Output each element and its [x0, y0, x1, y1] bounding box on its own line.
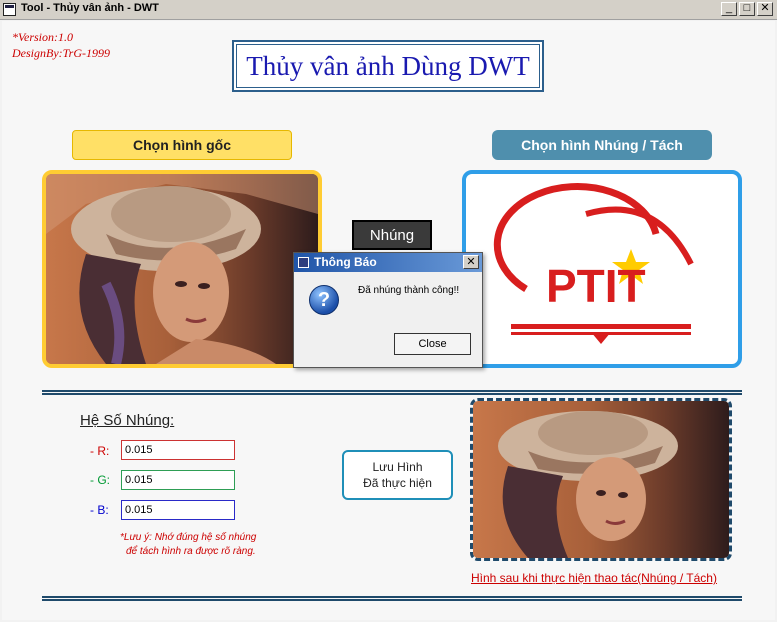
- maximize-button[interactable]: □: [739, 2, 755, 16]
- question-icon: ?: [309, 285, 339, 315]
- divider-top: [42, 390, 742, 395]
- g-label: - G:: [90, 473, 110, 487]
- ptit-logo: PTIT: [493, 183, 694, 344]
- dialog-titlebar: Thông Báo ✕: [294, 253, 482, 272]
- coefficient-title: Hệ Số Nhúng:: [80, 412, 175, 429]
- g-coefficient-input[interactable]: 0.015: [121, 470, 235, 490]
- dialog-title: Thông Báo: [314, 255, 377, 269]
- embed-button[interactable]: Nhúng: [352, 220, 432, 250]
- note-line-1: *Lưu ý: Nhớ đúng hệ số nhúng: [120, 532, 257, 543]
- window-title: Tool - Thủy vân ảnh - DWT: [21, 2, 159, 14]
- result-image-frame: [470, 398, 732, 561]
- dialog-close-button[interactable]: Close: [394, 333, 471, 355]
- dialog-message: Đã nhúng thành công!!: [358, 285, 460, 296]
- note-line-2: để tách hình ra được rõ ràng.: [126, 546, 256, 557]
- dialog-app-icon: [298, 257, 309, 268]
- original-image-frame: [42, 170, 322, 368]
- b-label: - B:: [90, 503, 109, 517]
- app-icon: [3, 3, 16, 16]
- save-result-button[interactable]: Lưu Hình Đã thực hiện: [342, 450, 453, 500]
- save-line-2: Đã thực hiện: [363, 476, 432, 490]
- r-label: - R:: [90, 444, 110, 458]
- close-window-button[interactable]: ✕: [757, 2, 773, 16]
- original-image: [46, 174, 318, 364]
- version-text: *Version:1.0: [12, 30, 73, 44]
- save-line-1: Lưu Hình: [372, 460, 423, 474]
- b-coefficient-input[interactable]: 0.015: [121, 500, 235, 520]
- coefficient-note: *Lưu ý: Nhớ đúng hệ số nhúng để tách hìn…: [120, 531, 256, 559]
- result-caption: Hình sau khi thực hiện thao tác(Nhúng / …: [471, 571, 717, 585]
- version-info: *Version:1.0 DesignBy:TrG-1999: [12, 29, 110, 61]
- window-titlebar: Tool - Thủy vân ảnh - DWT _ □ ✕: [0, 0, 777, 20]
- result-image: [473, 401, 729, 558]
- design-by-text: DesignBy:TrG-1999: [12, 46, 110, 60]
- dialog-close-icon[interactable]: ✕: [463, 255, 479, 269]
- r-coefficient-input[interactable]: 0.015: [121, 440, 235, 460]
- choose-embed-button[interactable]: Chọn hình Nhúng / Tách: [492, 130, 712, 160]
- app-title: Thủy vân ảnh Dùng DWT: [246, 50, 530, 81]
- choose-original-button[interactable]: Chọn hình gốc: [72, 130, 292, 160]
- notification-dialog: Thông Báo ✕ ? Đã nhúng thành công!! Clos…: [293, 252, 483, 368]
- minimize-button[interactable]: _: [721, 2, 737, 16]
- app-title-box: Thủy vân ảnh Dùng DWT: [232, 40, 544, 92]
- divider-bottom: [42, 596, 742, 601]
- logo-text: PTIT: [546, 260, 646, 312]
- embed-image-frame: PTIT: [462, 170, 742, 368]
